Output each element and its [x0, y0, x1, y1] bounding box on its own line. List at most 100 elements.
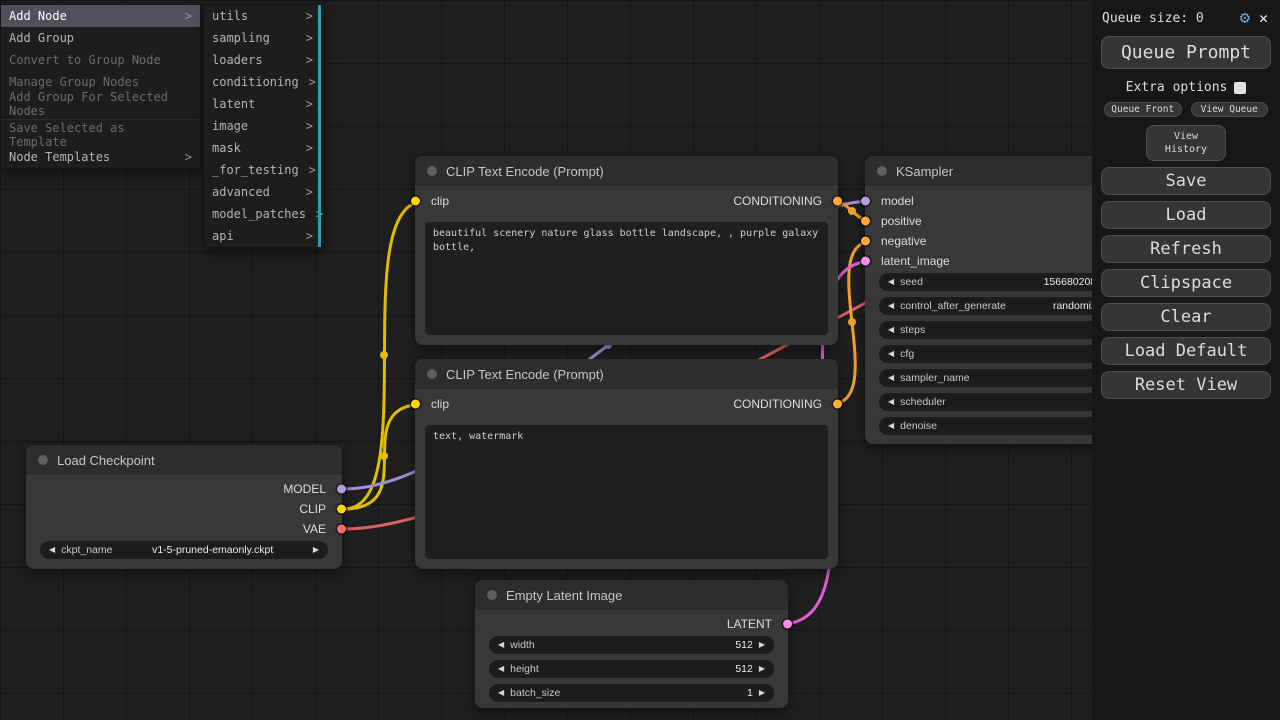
increment-arrow-icon[interactable]: ▶ [759, 665, 765, 673]
node-title-bar[interactable]: CLIP Text Encode (Prompt) [415, 359, 838, 389]
load-button[interactable]: Load [1101, 201, 1271, 229]
clear-button[interactable]: Clear [1101, 303, 1271, 331]
submenu-arrow-icon: > [306, 141, 313, 155]
decrement-arrow-icon[interactable]: ◀ [498, 665, 504, 673]
widget-scheduler[interactable]: ◀ scheduler [879, 393, 1111, 411]
prev-option-arrow-icon[interactable]: ◀ [49, 546, 55, 554]
conditioning-output-slot[interactable] [833, 197, 842, 206]
widget-sampler-name[interactable]: ◀ sampler_name [879, 369, 1111, 387]
collapse-dot[interactable] [427, 369, 437, 379]
submenu-item-sampling[interactable]: sampling > [204, 27, 321, 49]
next-option-arrow-icon[interactable]: ▶ [313, 546, 319, 554]
submenu-item-advanced[interactable]: advanced > [204, 181, 321, 203]
node-title-bar[interactable]: Load Checkpoint [26, 445, 342, 475]
add-node-submenu: utils > sampling > loaders > conditionin… [203, 4, 322, 248]
node-title-bar[interactable]: KSampler [865, 156, 1125, 186]
increment-arrow-icon[interactable]: ▶ [759, 641, 765, 649]
queue-front-button[interactable]: Queue Front [1104, 102, 1182, 117]
submenu-item-model-patches[interactable]: model_patches > [204, 203, 321, 225]
node-title: CLIP Text Encode (Prompt) [446, 164, 604, 179]
submenu-item-api[interactable]: api > [204, 225, 321, 247]
clipspace-button[interactable]: Clipspace [1101, 269, 1271, 297]
increment-arrow-icon[interactable]: ▶ [759, 689, 765, 697]
queue-prompt-button[interactable]: Queue Prompt [1101, 36, 1271, 69]
wire-clip-to-prompt1 [344, 201, 425, 509]
node-title-bar[interactable]: Empty Latent Image [475, 580, 788, 610]
node-title: Empty Latent Image [506, 588, 622, 603]
widget-width[interactable]: ◀ width 512 ▶ [489, 636, 774, 654]
submenu-arrow-icon: > [306, 97, 313, 111]
submenu-arrow-icon: > [306, 9, 313, 23]
node-title-bar[interactable]: CLIP Text Encode (Prompt) [415, 156, 838, 186]
widget-steps[interactable]: ◀ steps [879, 321, 1111, 339]
submenu-item-latent[interactable]: latent > [204, 93, 321, 115]
negative-input-slot[interactable] [861, 237, 870, 246]
widget-batch-size[interactable]: ◀ batch_size 1 ▶ [489, 684, 774, 702]
decrement-arrow-icon[interactable]: ◀ [888, 374, 894, 382]
model-output-slot[interactable] [337, 485, 346, 494]
load-default-button[interactable]: Load Default [1101, 337, 1271, 365]
clip-input-slot[interactable] [411, 400, 420, 409]
decrement-arrow-icon[interactable]: ◀ [498, 641, 504, 649]
submenu-arrow-icon: > [309, 75, 316, 89]
widget-denoise[interactable]: ◀ denoise [879, 417, 1111, 435]
decrement-arrow-icon[interactable]: ◀ [888, 326, 894, 334]
clip-output-slot[interactable] [337, 505, 346, 514]
node-clip-text-encode-2[interactable]: CLIP Text Encode (Prompt) clip CONDITION… [415, 359, 838, 569]
node-title: CLIP Text Encode (Prompt) [446, 367, 604, 382]
submenu-item-mask[interactable]: mask > [204, 137, 321, 159]
node-title: KSampler [896, 164, 953, 179]
submenu-item-image[interactable]: image > [204, 115, 321, 137]
wire-dot [380, 351, 388, 359]
conditioning-output-slot[interactable] [833, 400, 842, 409]
decrement-arrow-icon[interactable]: ◀ [498, 689, 504, 697]
positive-input-slot[interactable] [861, 217, 870, 226]
prompt-textarea[interactable]: beautiful scenery nature glass bottle la… [425, 222, 828, 335]
submenu-item-for-testing[interactable]: _for_testing > [204, 159, 321, 181]
decrement-arrow-icon[interactable]: ◀ [888, 422, 894, 430]
vae-output-slot[interactable] [337, 525, 346, 534]
collapse-dot[interactable] [38, 455, 48, 465]
close-menu-icon[interactable]: ✕ [1259, 11, 1268, 26]
widget-seed[interactable]: ◀ seed 1566802087 [879, 273, 1111, 291]
submenu-scrollbar[interactable] [318, 5, 321, 247]
view-history-button[interactable]: View History [1146, 125, 1226, 161]
menu-item-add-group[interactable]: Add Group [1, 27, 200, 49]
node-load-checkpoint[interactable]: Load Checkpoint MODEL CLIP VAE ◀ ckpt_na… [26, 445, 342, 569]
latent-input-slot[interactable] [861, 257, 870, 266]
graph-canvas[interactable]: CLIP Text Encode (Prompt) clip CONDITION… [0, 0, 1280, 720]
extra-options-checkbox[interactable] [1234, 82, 1246, 94]
submenu-item-conditioning[interactable]: conditioning > [204, 71, 321, 93]
widget-height[interactable]: ◀ height 512 ▶ [489, 660, 774, 678]
model-input-slot[interactable] [861, 197, 870, 206]
collapse-dot[interactable] [427, 166, 437, 176]
widget-control-after-generate[interactable]: ◀ control_after_generate randomize [879, 297, 1111, 315]
collapse-dot[interactable] [487, 590, 497, 600]
collapse-dot[interactable] [877, 166, 887, 176]
decrement-arrow-icon[interactable]: ◀ [888, 350, 894, 358]
menu-item-node-templates[interactable]: Node Templates > [1, 146, 200, 168]
widget-cfg[interactable]: ◀ cfg [879, 345, 1111, 363]
submenu-item-loaders[interactable]: loaders > [204, 49, 321, 71]
output-label: LATENT [727, 617, 772, 631]
input-label: clip [431, 194, 449, 208]
save-button[interactable]: Save [1101, 167, 1271, 195]
decrement-arrow-icon[interactable]: ◀ [888, 302, 894, 310]
menu-item-convert-to-group-node: Convert to Group Node [1, 49, 200, 71]
node-empty-latent-image[interactable]: Empty Latent Image LATENT ◀ width 512 ▶ … [475, 580, 788, 708]
decrement-arrow-icon[interactable]: ◀ [888, 278, 894, 286]
reset-view-button[interactable]: Reset View [1101, 371, 1271, 399]
node-ksampler[interactable]: KSampler model positive negative latent_… [865, 156, 1125, 444]
node-clip-text-encode-1[interactable]: CLIP Text Encode (Prompt) clip CONDITION… [415, 156, 838, 345]
decrement-arrow-icon[interactable]: ◀ [888, 398, 894, 406]
clip-input-slot[interactable] [411, 197, 420, 206]
latent-output-slot[interactable] [783, 620, 792, 629]
menu-item-add-node[interactable]: Add Node > [1, 5, 200, 27]
widget-ckpt-name[interactable]: ◀ ckpt_name v1-5-pruned-emaonly.ckpt ▶ [40, 541, 328, 559]
prompt-textarea[interactable]: text, watermark [425, 425, 828, 559]
submenu-item-utils[interactable]: utils > [204, 5, 321, 27]
settings-gear-icon[interactable]: ⚙ [1240, 10, 1250, 27]
input-label: latent_image [881, 254, 950, 268]
view-queue-button[interactable]: View Queue [1191, 102, 1269, 117]
refresh-button[interactable]: Refresh [1101, 235, 1271, 263]
